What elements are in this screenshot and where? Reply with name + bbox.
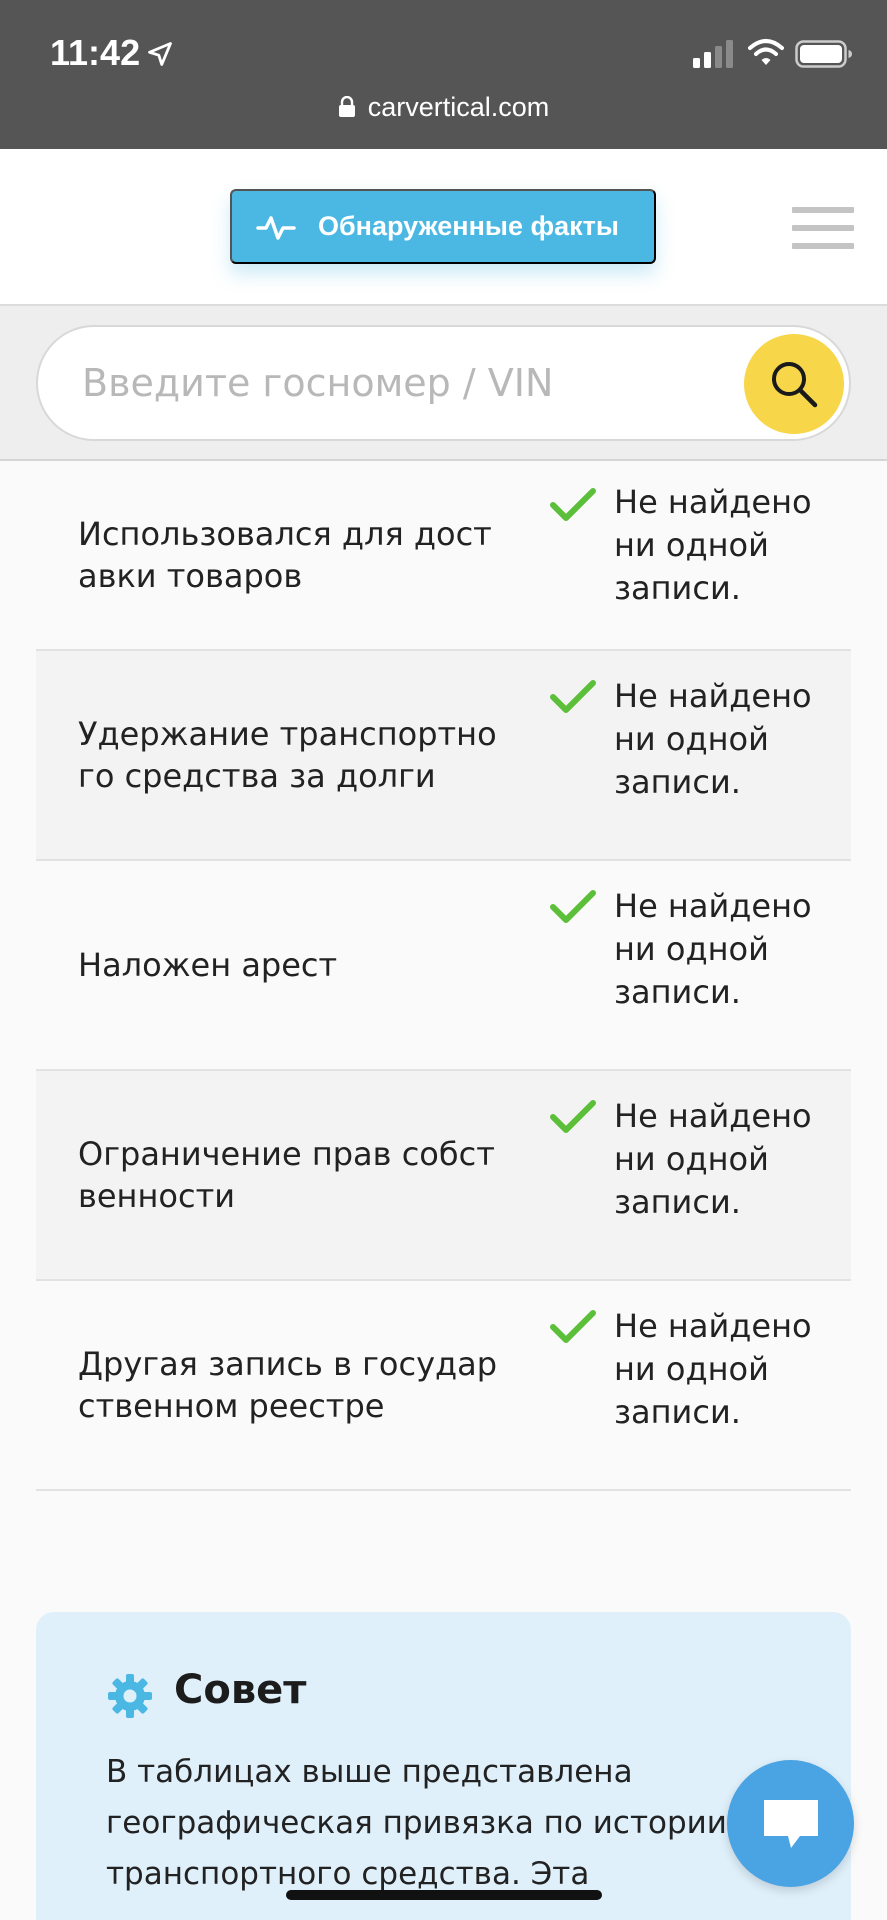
hamburger-menu-icon[interactable] [792, 207, 854, 249]
records-table: Использовался для доставки товаров Не на… [36, 461, 851, 1491]
row-value: Не найдено ни одной записи. [614, 677, 812, 801]
battery-icon [795, 40, 852, 68]
row-value: Не найдено ни одной записи. [614, 1097, 812, 1221]
check-icon [550, 890, 596, 923]
site-header: Обнаруженные факты [0, 149, 887, 306]
table-row: Использовался для доставки товаров Не на… [36, 461, 851, 651]
row-label: Удержание транспортного средства за долг… [78, 715, 497, 795]
detected-facts-button[interactable]: Обнаруженные факты [230, 189, 656, 264]
row-value: Не найдено ни одной записи. [614, 887, 812, 1011]
search-area [0, 306, 887, 461]
row-value: Не найдено ни одной записи. [614, 1307, 812, 1431]
search-icon [772, 362, 818, 408]
home-indicator [286, 1890, 602, 1900]
table-row: Ограничение прав собственности Не найден… [36, 1071, 851, 1281]
wifi-icon [748, 39, 784, 65]
check-icon [550, 1310, 596, 1343]
url-text: carvertical.com [367, 92, 550, 122]
signal-bars-icon [693, 40, 733, 68]
chat-icon [763, 1799, 818, 1848]
tip-text: В таблицах выше представлена географичес… [106, 1747, 756, 1900]
table-row: Удержание транспортного средства за долг… [36, 651, 851, 861]
check-icon [550, 1100, 596, 1133]
tip-text-line: В таблицах выше представлена [106, 1754, 633, 1790]
check-icon [550, 488, 596, 521]
search-button[interactable] [744, 334, 844, 434]
check-icon [550, 680, 596, 713]
tip-text-line: географическая привязка по истории [106, 1805, 727, 1841]
chat-button[interactable] [727, 1760, 854, 1887]
row-label: Другая запись в государственном реестре [78, 1345, 498, 1425]
url-bar[interactable]: carvertical.com [0, 92, 887, 132]
table-row: Другая запись в государственном реестре … [36, 1281, 851, 1491]
table-row: Наложен арест Не найдено ни одной записи… [36, 861, 851, 1071]
row-label: Использовался для доставки товаров [78, 515, 492, 595]
row-label: Наложен арест [78, 946, 338, 984]
pulse-icon [256, 215, 296, 240]
tip-title: Совет [174, 1667, 307, 1713]
status-time: 11:42 [50, 32, 141, 73]
gear-icon [108, 1674, 152, 1718]
search-input[interactable] [82, 353, 722, 413]
status-bar: 11:42 carvertical.com [0, 0, 887, 149]
location-arrow-icon [148, 42, 172, 66]
search-box [36, 325, 851, 441]
tip-card: Совет В таблицах выше представлена геогр… [36, 1612, 851, 1920]
row-label: Ограничение прав собственности [78, 1135, 495, 1215]
detected-facts-label: Обнаруженные факты [318, 211, 619, 241]
lock-icon [338, 96, 355, 117]
row-value: Не найдено ни одной записи. [614, 483, 812, 607]
